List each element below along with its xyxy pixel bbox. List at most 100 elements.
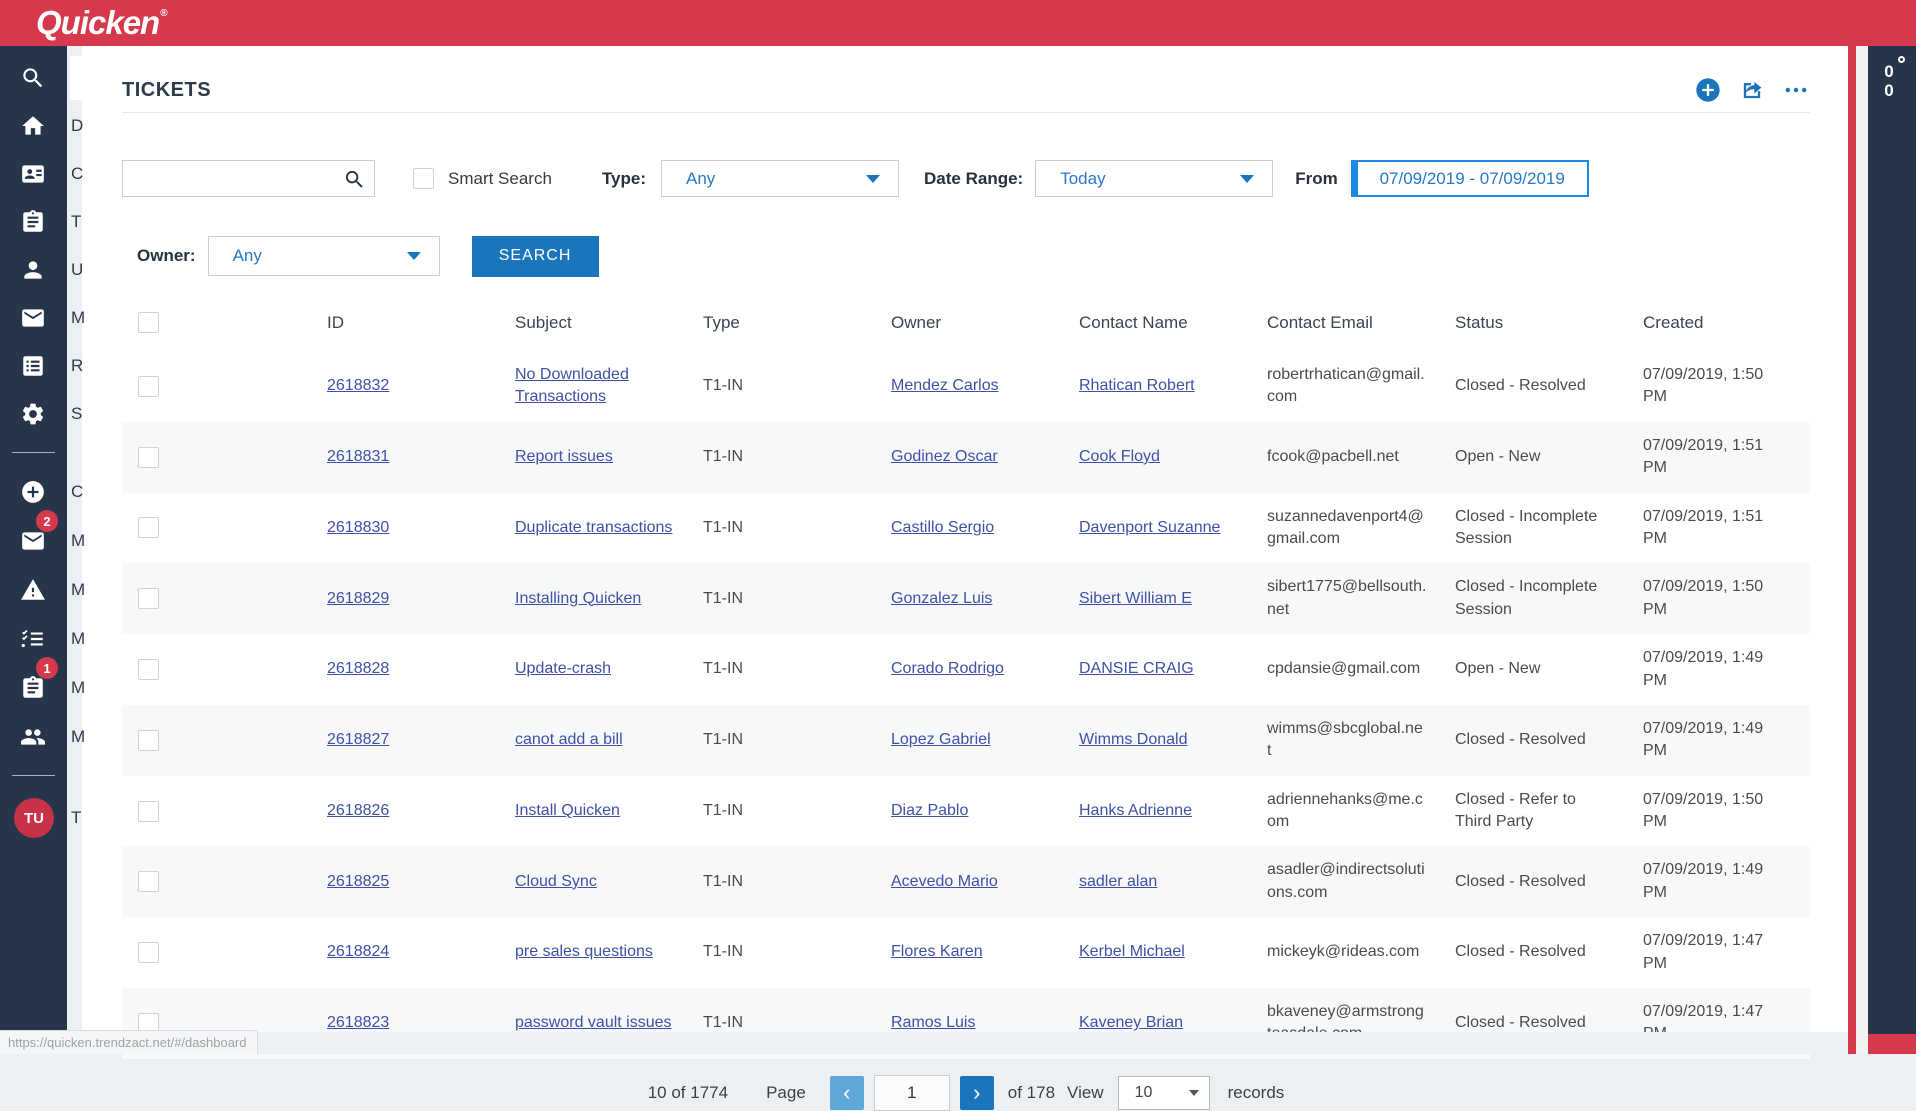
ticket-subject-link[interactable]: Report issues [515, 448, 613, 465]
sidebar-item-ticket[interactable]: 1M [0, 663, 67, 712]
contact-name-link[interactable]: Cook Floyd [1079, 448, 1160, 465]
ticket-subject-link[interactable]: Update-crash [515, 660, 611, 677]
ticket-type: T1-IN [703, 448, 743, 465]
search-icon[interactable] [343, 168, 366, 191]
sidebar-item-group[interactable]: M [0, 712, 67, 761]
header-divider [122, 112, 1810, 113]
sidebar-search-input-stub[interactable] [70, 56, 84, 100]
sidebar-item-home[interactable]: D [0, 102, 67, 150]
owner-link[interactable]: Gonzalez Luis [891, 590, 992, 607]
plus-circle-icon[interactable] [1694, 76, 1722, 104]
owner-select[interactable]: Any [208, 236, 440, 276]
right-rail-footer [1868, 1034, 1916, 1054]
quicken-logo[interactable]: Quicken® [36, 4, 167, 42]
bottom-strip [82, 1032, 1848, 1054]
sidebar-item-search[interactable] [0, 54, 67, 102]
contact-name-link[interactable]: sadler alan [1079, 873, 1157, 890]
sidebar-item-warning[interactable]: M [0, 565, 67, 614]
sidebar-item-label: M [71, 727, 85, 747]
sidebar-item-mail[interactable]: 2M [0, 516, 67, 565]
contact-name-link[interactable]: Davenport Suzanne [1079, 519, 1220, 536]
ticket-id-link[interactable]: 2618831 [327, 448, 389, 465]
ticket-id-link[interactable]: 2618825 [327, 873, 389, 890]
search-button[interactable]: SEARCH [472, 236, 599, 277]
owner-link[interactable]: Lopez Gabriel [891, 731, 991, 748]
row-checkbox[interactable] [138, 659, 159, 680]
created-timestamp: 07/09/2019, 1:51 PM [1643, 508, 1763, 547]
scrollbar-track[interactable] [1856, 46, 1868, 1054]
sidebar-divider [12, 452, 55, 453]
plus-circle-icon [20, 479, 46, 505]
prev-page-button[interactable]: ‹ [830, 1076, 864, 1110]
contact-name-link[interactable]: DANSIE CRAIG [1079, 660, 1194, 677]
row-checkbox[interactable] [138, 517, 159, 538]
owner-link[interactable]: Flores Karen [891, 943, 983, 960]
ticket-status: Closed - Resolved [1455, 377, 1586, 394]
owner-link[interactable]: Castillo Sergio [891, 519, 994, 536]
row-checkbox[interactable] [138, 801, 159, 822]
share-export-icon[interactable] [1738, 76, 1766, 104]
contact-name-link[interactable]: Rhatican Robert [1079, 377, 1195, 394]
row-checkbox[interactable] [138, 376, 159, 397]
ticket-id-link[interactable]: 2618830 [327, 519, 389, 536]
ticket-id-link[interactable]: 2618824 [327, 943, 389, 960]
sidebar-item-gear[interactable]: S [0, 390, 67, 438]
owner-link[interactable]: Corado Rodrigo [891, 660, 1004, 677]
sidebar-item-plus-circle[interactable]: C [0, 467, 67, 516]
next-page-button[interactable]: › [960, 1076, 994, 1110]
owner-link[interactable]: Mendez Carlos [891, 377, 999, 394]
sidebar-item-ticket[interactable]: T [0, 198, 67, 246]
ticket-subject-link[interactable]: canot add a bill [515, 731, 623, 748]
row-checkbox[interactable] [138, 447, 159, 468]
ticket-subject-link[interactable]: No Downloaded Transactions [515, 366, 629, 405]
ticket-id-link[interactable]: 2618826 [327, 802, 389, 819]
row-checkbox[interactable] [138, 871, 159, 892]
ticket-subject-link[interactable]: password vault issues [515, 1014, 672, 1031]
table-row: 2618829Installing QuickenT1-INGonzalez L… [122, 563, 1810, 634]
contact-name-link[interactable]: Kerbel Michael [1079, 943, 1185, 960]
owner-link[interactable]: Acevedo Mario [891, 873, 998, 890]
ticket-subject-link[interactable]: Duplicate transactions [515, 519, 672, 536]
user-icon [20, 257, 46, 283]
ticket-subject-link[interactable]: Install Quicken [515, 802, 620, 819]
ticket-id-link[interactable]: 2618832 [327, 377, 389, 394]
page-number-input[interactable] [874, 1075, 950, 1111]
contact-name-link[interactable]: Kaveney Brian [1079, 1014, 1183, 1031]
row-checkbox[interactable] [138, 588, 159, 609]
per-page-select[interactable]: 10 [1118, 1076, 1210, 1110]
sidebar-item-mail[interactable]: M [0, 294, 67, 342]
contact-name-link[interactable]: Sibert William E [1079, 590, 1192, 607]
owner-link[interactable]: Diaz Pablo [891, 802, 968, 819]
sidebar-item-user[interactable]: U [0, 246, 67, 294]
contact-name-link[interactable]: Wimms Donald [1079, 731, 1187, 748]
row-checkbox[interactable] [138, 730, 159, 751]
ticket-id-link[interactable]: 2618828 [327, 660, 389, 677]
ticket-type: T1-IN [703, 1014, 743, 1031]
ticket-id-link[interactable]: 2618823 [327, 1014, 389, 1031]
contact-name-link[interactable]: Hanks Adrienne [1079, 802, 1192, 819]
ticket-subject-link[interactable]: pre sales questions [515, 943, 653, 960]
row-checkbox[interactable] [138, 942, 159, 963]
ticket-subject-link[interactable]: Installing Quicken [515, 590, 641, 607]
mail-icon [20, 305, 46, 331]
ticket-subject-link[interactable]: Cloud Sync [515, 873, 597, 890]
sidebar-item-report-list[interactable]: R [0, 342, 67, 390]
notification-badge: 2 [36, 510, 58, 532]
ellipsis-icon[interactable] [1782, 76, 1810, 104]
search-icon [20, 65, 46, 91]
date-range-select[interactable]: Today [1035, 160, 1273, 197]
search-input[interactable] [123, 161, 374, 196]
owner-link[interactable]: Ramos Luis [891, 1014, 975, 1031]
ticket-id-link[interactable]: 2618829 [327, 590, 389, 607]
sidebar-item-profile[interactable]: TUT [0, 790, 67, 846]
sidebar-item-checklist[interactable]: M [0, 614, 67, 663]
type-select[interactable]: Any [661, 160, 899, 197]
smart-search-checkbox[interactable] [413, 168, 434, 189]
ticket-id-link[interactable]: 2618827 [327, 731, 389, 748]
sidebar-item-contact-card[interactable]: C [0, 150, 67, 198]
avatar[interactable]: TU [14, 798, 54, 838]
select-all-checkbox[interactable] [138, 312, 159, 333]
right-rail-panel[interactable]: 00 [1868, 0, 1916, 1054]
owner-link[interactable]: Godinez Oscar [891, 448, 998, 465]
date-range-input[interactable]: 07/09/2019 - 07/09/2019 [1351, 160, 1589, 197]
